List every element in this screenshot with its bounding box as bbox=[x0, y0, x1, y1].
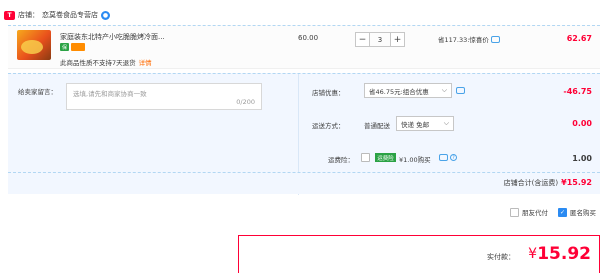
quantity-input[interactable]: 3 bbox=[370, 32, 390, 47]
insurance-price: ¥1.00购买 bbox=[399, 156, 431, 164]
shipping-type: 普通配送 bbox=[364, 122, 390, 130]
service-badges: 保 bbox=[60, 43, 85, 51]
discount-value: 省46.75元:组合优惠 bbox=[369, 87, 429, 96]
chevron-down-icon: ⌵ bbox=[443, 119, 449, 127]
shipping-label: 运送方式： bbox=[312, 122, 345, 130]
insurance-checkbox[interactable] bbox=[361, 153, 370, 162]
friend-pay-label: 朋友代付 bbox=[522, 209, 548, 217]
discount-select[interactable]: 省46.75元:组合优惠 ⌵ bbox=[364, 83, 452, 98]
payment-currency: ¥ bbox=[528, 246, 537, 262]
insurance-chat-icon[interactable] bbox=[439, 154, 448, 161]
tmall-logo-icon: T bbox=[4, 10, 15, 20]
cart-item: 家庭装东北特产小吃脆脆烤冷面... 保 此商品性质不支持7天退货 详情 60.00… bbox=[8, 25, 600, 69]
payment-summary: 实付款： ¥ 15.92 bbox=[238, 235, 600, 273]
chevron-down-icon: ⌵ bbox=[441, 86, 447, 94]
product-thumbnail[interactable] bbox=[17, 30, 51, 60]
saving-info-icon[interactable] bbox=[490, 35, 500, 43]
store-prefix: 店铺： bbox=[18, 11, 39, 19]
message-placeholder: 选填,请先和商家协商一致 bbox=[73, 90, 147, 98]
shipping-amount: 0.00 bbox=[572, 119, 592, 128]
quantity-increase-button[interactable]: + bbox=[390, 32, 405, 47]
anonymous-label: 匿名购买 bbox=[570, 209, 596, 217]
discount-amount: -46.75 bbox=[563, 87, 592, 96]
subtotal-label: 店铺合计(含运费) bbox=[503, 179, 559, 187]
friend-pay-toggle[interactable]: 朋友代付 bbox=[510, 207, 548, 217]
saving-info: 省117.33:惊喜价 bbox=[438, 34, 500, 44]
payment-toggles: 朋友代付 ✓ 匿名购买 bbox=[510, 207, 596, 217]
return-policy-note: 此商品性质不支持7天退货 详情 bbox=[60, 57, 152, 67]
quantity-stepper: − 3 + bbox=[355, 32, 405, 47]
store-header: T 店铺： 恋莫卷食品专营店 ● bbox=[4, 8, 110, 22]
return-policy-text: 此商品性质不支持7天退货 bbox=[60, 59, 136, 67]
seller-message-input[interactable]: 选填,请先和商家协商一致 0/200 bbox=[66, 83, 262, 110]
store-name-link[interactable]: 恋莫卷食品专营店 bbox=[42, 10, 98, 20]
store-subtotal: 店铺合计(含运费) ¥15.92 bbox=[504, 178, 592, 188]
insurance-label: 运费险： bbox=[328, 156, 354, 164]
help-icon[interactable]: ? bbox=[450, 154, 457, 161]
shipping-value: 快递 免邮 bbox=[401, 120, 430, 129]
discount-label: 店铺优惠： bbox=[312, 89, 345, 97]
payment-total: 15.92 bbox=[537, 244, 591, 264]
payment-label: 实付款： bbox=[487, 253, 515, 261]
anonymous-toggle[interactable]: ✓ 匿名购买 bbox=[558, 207, 596, 217]
product-title-link[interactable]: 家庭装东北特产小吃脆脆烤冷面... bbox=[60, 32, 165, 42]
message-label: 给卖家留言： bbox=[18, 88, 57, 96]
line-total: 62.67 bbox=[566, 34, 592, 43]
shipping-select[interactable]: 快递 免邮 ⌵ bbox=[396, 116, 454, 131]
detail-link[interactable]: 详情 bbox=[139, 59, 152, 67]
wangwang-chat-icon[interactable]: ● bbox=[101, 10, 110, 20]
guarantee-badge-icon[interactable]: 保 bbox=[60, 43, 69, 51]
friend-pay-checkbox[interactable] bbox=[510, 207, 519, 217]
unit-price: 60.00 bbox=[298, 34, 319, 42]
anonymous-checkbox[interactable]: ✓ bbox=[558, 207, 567, 217]
store-subtotal-row: 店铺合计(含运费) ¥15.92 bbox=[8, 172, 600, 194]
insurance-amount: 1.00 bbox=[572, 154, 592, 163]
insurance-tag: 运费险 bbox=[375, 153, 396, 162]
discount-info-icon[interactable] bbox=[456, 87, 465, 94]
subtotal-value: ¥15.92 bbox=[561, 178, 592, 187]
message-counter: 0/200 bbox=[236, 98, 255, 106]
promo-badge-icon[interactable] bbox=[71, 43, 85, 51]
saving-text: 省117.33:惊喜价 bbox=[438, 36, 489, 44]
quantity-decrease-button[interactable]: − bbox=[355, 32, 370, 47]
